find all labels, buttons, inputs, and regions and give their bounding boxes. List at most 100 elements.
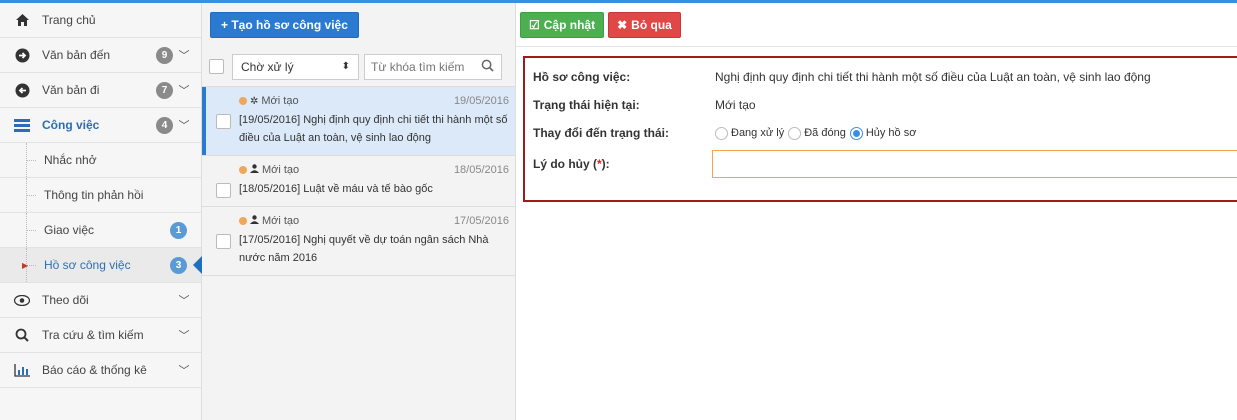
app-root: Trang chủ Văn bản đến 9 ﹀ Văn bản đi 7 ﹀… [0,3,1237,420]
sidebar-item-label: Theo dõi [42,293,89,307]
arrow-right-circle-icon [14,47,30,63]
chevron-down-icon: ﹀ [178,330,190,342]
sidebar-subitem-assign[interactable]: Giao việc 1 [0,213,201,248]
sidebar-item-home[interactable]: Trang chủ [0,3,201,38]
reason-label: Lý do hủy (*): [533,157,610,171]
list-toolbar: + Tạo hồ sơ công việc [202,3,515,47]
active-indicator [193,256,202,274]
profile-label: Hồ sơ công việc: [533,70,631,84]
sidebar-item-search[interactable]: Tra cứu & tìm kiếm ﹀ [0,318,201,353]
status-dot [239,217,247,225]
cancel-button[interactable]: ✖ Bỏ qua [608,11,681,38]
update-button[interactable]: ☑ Cập nhật [520,11,605,38]
sidebar-subitem-reminders[interactable]: Nhắc nhở [0,143,201,178]
change-status-label: Thay đổi đến trạng thái: [533,126,670,140]
arrow-left-circle-icon [14,82,30,98]
item-checkbox[interactable] [216,234,231,249]
cancel-reason-input[interactable] [711,150,1237,178]
list-item[interactable]: Mới tạo 17/05/2016 [17/05/2016] Nghị quy… [202,207,515,276]
user-icon [250,215,259,227]
item-status: Mới tạo [262,164,300,176]
sidebar: Trang chủ Văn bản đến 9 ﹀ Văn bản đi 7 ﹀… [0,3,202,420]
sidebar-subitem-feedback[interactable]: Thông tin phản hồi [0,178,201,213]
sidebar-subitem-work-profiles[interactable]: ▶ Hồ sơ công việc 3 [0,248,202,283]
item-title: [19/05/2016] Nghị định quy định chi tiết… [239,114,508,144]
user-icon [250,164,259,176]
search-input[interactable] [371,59,481,74]
item-title: [18/05/2016] Luật về máu và tế bào gốc [239,183,433,195]
sidebar-subitem-label: Hồ sơ công việc [44,258,131,272]
select-all-checkbox[interactable] [209,59,224,74]
sidebar-item-tasks[interactable]: Công việc 4 ﹀ [0,108,201,143]
home-icon [14,12,30,28]
item-status: Mới tạo [261,95,299,107]
eye-icon [14,292,30,308]
radio-processing[interactable]: Đang xử lý [715,126,784,140]
sidebar-item-label: Tra cứu & tìm kiếm [42,328,144,342]
create-work-profile-button[interactable]: + Tạo hồ sơ công việc [210,12,359,38]
list-filter-row: Chờ xử lý ⬍ [202,47,515,87]
sidebar-item-incoming-docs[interactable]: Văn bản đến 9 ﹀ [0,38,201,73]
sidebar-item-label: Văn bản đến [42,48,111,62]
sidebar-item-label: Văn bản đi [42,83,100,97]
chevron-down-icon: ﹀ [178,365,190,377]
status-dot [239,97,247,105]
sidebar-item-label: Trang chủ [42,13,96,27]
item-date: 19/05/2016 [453,95,509,107]
bar-chart-icon [14,362,30,378]
search-icon [14,327,30,343]
item-checkbox[interactable] [216,114,231,129]
update-button-label: Cập nhật [543,17,596,32]
status-radio-group: Đang xử lý Đã đóng Hủy hồ sơ [715,126,920,140]
chevron-down-icon: ﹀ [178,85,190,97]
item-date: 18/05/2016 [453,164,509,176]
sidebar-item-label: Báo cáo & thống kê [42,363,147,377]
status-filter-select[interactable]: Chờ xử lý ⬍ [232,53,359,80]
form-row-reason: Lý do hủy (*): [533,147,1237,181]
radio-cancel-profile[interactable]: Hủy hồ sơ [849,126,916,140]
count-badge: 9 [156,46,173,64]
sidebar-item-label: Công việc [42,118,100,132]
sidebar-item-follow[interactable]: Theo dõi ﹀ [0,283,201,318]
tasks-icon [14,117,30,133]
search-box [364,53,502,80]
close-icon: ✖ [617,17,628,32]
list-item[interactable]: Mới tạo 18/05/2016 [18/05/2016] Luật về … [202,156,515,207]
detail-panel: ☑ Cập nhật ✖ Bỏ qua Hồ sơ công việc: Ngh… [516,3,1237,420]
item-checkbox[interactable] [216,183,231,198]
check-square-icon: ☑ [529,17,540,32]
status-dot [239,166,247,174]
status-filter-value: Chờ xử lý [241,59,294,74]
current-status-label: Trạng thái hiện tại: [533,98,640,112]
sidebar-subitem-label: Giao việc [44,223,95,237]
chevron-down-icon: ﹀ [178,50,190,62]
search-icon[interactable] [481,59,494,75]
detail-toolbar: ☑ Cập nhật ✖ Bỏ qua [516,3,1237,47]
item-title: [17/05/2016] Nghị quyết về dự toán ngân … [239,234,489,264]
status-change-form: Hồ sơ công việc: Nghị định quy định chi … [523,56,1237,202]
cancel-button-label: Bỏ qua [631,17,672,32]
chevron-down-icon: ﹀ [178,120,190,132]
count-badge: 1 [170,221,187,239]
count-badge: 7 [156,81,173,99]
radio-closed[interactable]: Đã đóng [788,126,846,140]
item-date: 17/05/2016 [453,215,509,227]
sidebar-subitem-label: Thông tin phản hồi [44,188,144,202]
count-badge: 4 [156,116,173,134]
select-arrows-icon: ⬍ [341,61,350,72]
work-profile-list-panel: + Tạo hồ sơ công việc Chờ xử lý ⬍ ✲ [202,3,516,420]
item-status: Mới tạo [262,215,300,227]
gear-icon: ✲ [250,95,259,107]
profile-value: Nghị định quy định chi tiết thi hành một… [715,70,1151,84]
form-row-change-status: Thay đổi đến trạng thái: Đang xử lý Đã đ… [533,119,1237,147]
current-status-value: Mới tạo [715,98,756,112]
caret-right-icon: ▶ [22,260,29,270]
sidebar-item-reports[interactable]: Báo cáo & thống kê ﹀ [0,353,201,388]
chevron-down-icon: ﹀ [178,295,190,307]
sidebar-item-outgoing-docs[interactable]: Văn bản đi 7 ﹀ [0,73,201,108]
form-row-profile: Hồ sơ công việc: Nghị định quy định chi … [533,63,1237,91]
form-row-current-status: Trạng thái hiện tại: Mới tạo [533,91,1237,119]
count-badge: 3 [170,256,187,274]
list-item[interactable]: ✲ Mới tạo 19/05/2016 [19/05/2016] Nghị đ… [202,87,515,156]
sidebar-subitem-label: Nhắc nhở [44,153,97,167]
